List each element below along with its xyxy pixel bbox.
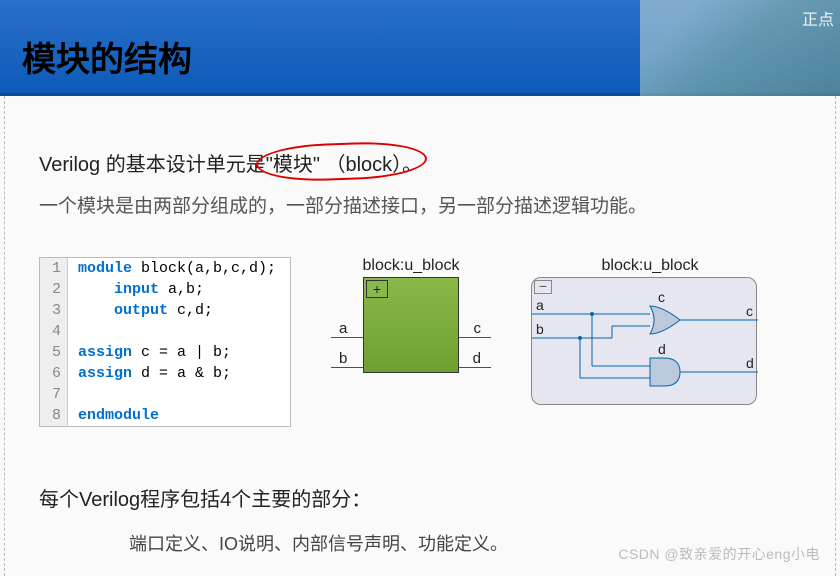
line-number: 4 [40, 321, 68, 342]
gate-input-b: b [536, 321, 544, 337]
line-number: 8 [40, 405, 68, 426]
code-line: 4 [40, 321, 290, 342]
intro-circled-term: "模块" （block）。 [266, 148, 422, 177]
gate-output-c: c [746, 303, 753, 319]
watermark-text: CSDN @致亲爱的开心eng小电 [618, 544, 820, 564]
slide-header: 正点 模块的结构 [0, 0, 840, 96]
code-text: module block(a,b,c,d); [68, 258, 276, 279]
schematic-box: + [363, 277, 459, 373]
port-c-label: c [474, 320, 482, 337]
code-text [68, 384, 78, 405]
code-line: 8endmodule [40, 405, 290, 426]
example-panels: 1module block(a,b,c,d);2 input a,b;3 out… [39, 257, 811, 427]
expand-plus-icon: + [366, 280, 388, 298]
code-text: assign c = a | b; [68, 342, 231, 363]
code-line: 1module block(a,b,c,d); [40, 258, 290, 279]
description-text: 一个模块是由两部分组成的，一部分描述接口，另一部分描述逻辑功能。 [39, 191, 811, 223]
gate-diagram: block:u_block − a b [531, 257, 769, 405]
and-gate-label: d [658, 341, 666, 357]
schematic-label: block:u_block [331, 257, 491, 275]
line-number: 3 [40, 300, 68, 321]
line-number: 2 [40, 279, 68, 300]
code-line: 5assign c = a | b; [40, 342, 290, 363]
code-line: 3 output c,d; [40, 300, 290, 321]
header-corner-text: 正点 [802, 6, 834, 30]
code-line: 2 input a,b; [40, 279, 290, 300]
code-text: assign d = a & b; [68, 363, 231, 384]
line-number: 6 [40, 363, 68, 384]
gate-output-d: d [746, 355, 754, 371]
gate-diagram-label: block:u_block [531, 257, 769, 275]
port-a-label: a [339, 320, 347, 337]
slide-content: Verilog 的基本设计单元是 "模块" （block）。 一个模块是由两部分… [4, 96, 836, 576]
code-line: 6assign d = a & b; [40, 363, 290, 384]
or-gate-label: c [658, 289, 665, 305]
port-d-label: d [473, 350, 481, 367]
intro-prefix: Verilog 的基本设计单元是 [39, 148, 266, 177]
line-number: 7 [40, 384, 68, 405]
port-b-label: b [339, 350, 347, 367]
line-number: 5 [40, 342, 68, 363]
code-text: endmodule [68, 405, 159, 426]
gate-input-a: a [536, 297, 544, 313]
section-2-title: 每个Verilog程序包括4个主要的部分： [39, 483, 811, 512]
code-text [68, 321, 78, 342]
block-symbol-schematic: block:u_block + a b c d [331, 257, 491, 377]
code-text: output c,d; [68, 300, 213, 321]
code-line: 7 [40, 384, 290, 405]
verilog-code-block: 1module block(a,b,c,d);2 input a,b;3 out… [39, 257, 291, 427]
line-number: 1 [40, 258, 68, 279]
code-text: input a,b; [68, 279, 204, 300]
intro-sentence: Verilog 的基本设计单元是 "模块" （block）。 [39, 148, 811, 177]
gate-diagram-box: − a b [531, 277, 757, 405]
